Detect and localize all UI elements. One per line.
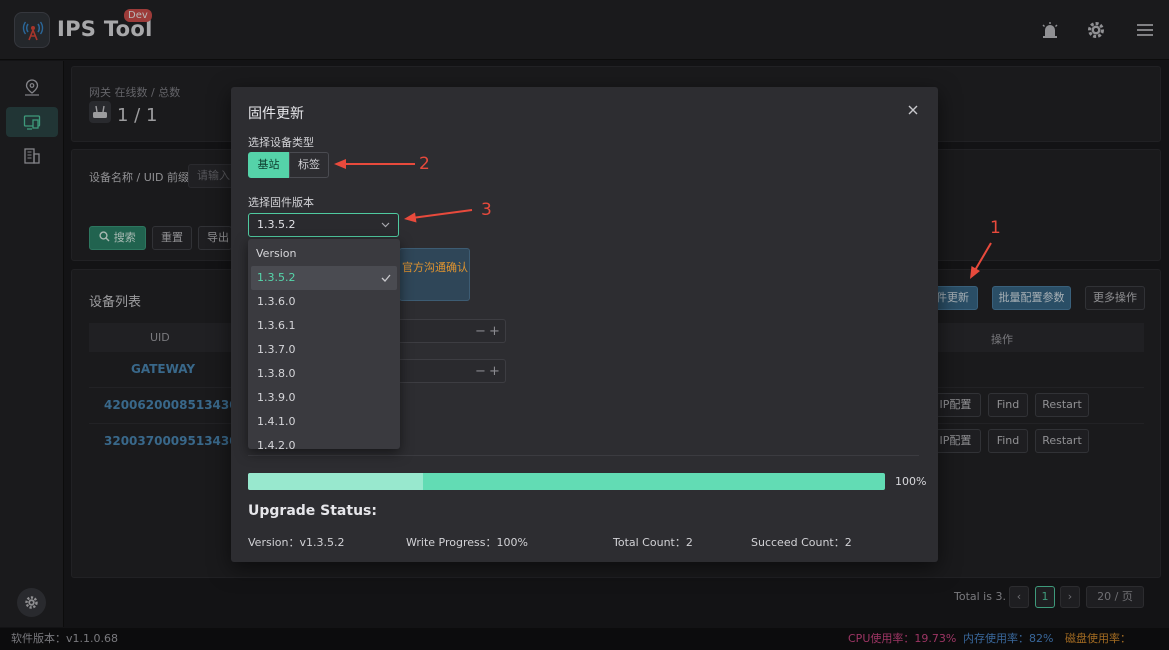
- annotation-arrows: [334, 159, 992, 279]
- annotation-3: 3: [481, 200, 492, 220]
- annotation-2: 2: [419, 154, 430, 174]
- annotation-1: 1: [990, 218, 1001, 238]
